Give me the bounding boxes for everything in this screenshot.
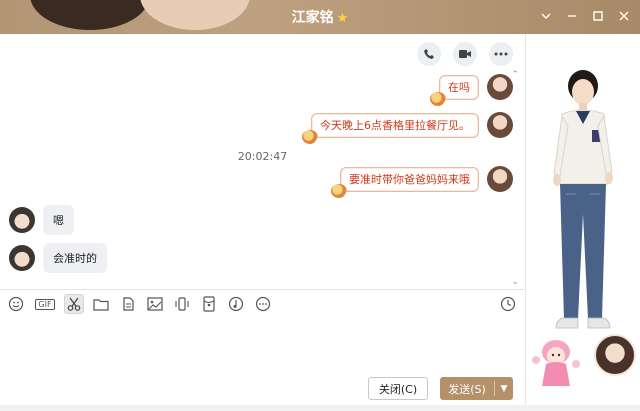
message-timestamp: 20:02:47 — [237, 150, 288, 163]
message-text: 会准时的 — [53, 252, 97, 265]
more-icon[interactable] — [489, 42, 513, 66]
scroll-down-icon[interactable]: ⌄ — [511, 277, 519, 287]
message-row-outgoing: 要准时带你爸爸妈妈来哦 — [331, 166, 513, 198]
video-call-icon[interactable] — [453, 42, 477, 66]
send-button[interactable]: 发送(S) ▼ — [440, 377, 513, 400]
message-row-incoming: 会准时的 — [9, 243, 107, 273]
chat-history-pane[interactable]: ⌃ 在吗 今天晚上6点香格里拉餐厅见。 20:02:47 要准时带你爸爸妈妈来哦… — [0, 34, 525, 289]
phone-icon[interactable] — [417, 42, 441, 66]
red-packet-icon[interactable] — [199, 294, 219, 314]
music-icon[interactable] — [226, 294, 246, 314]
boy-character-illustration — [553, 70, 613, 329]
chevron-down-icon[interactable] — [538, 8, 554, 24]
clock-icon[interactable] — [498, 294, 518, 314]
gif-label: GIF — [35, 298, 55, 310]
chat-header-actions — [417, 42, 513, 66]
send-button-label: 发送(S) — [448, 382, 486, 396]
message-text: 嗯 — [53, 214, 64, 227]
window-title: 江家铭 — [291, 10, 334, 26]
message-bubble-incoming: 会准时的 — [43, 243, 107, 273]
message-text: 在吗 — [448, 80, 470, 94]
avatar[interactable] — [9, 207, 35, 233]
avatar[interactable] — [594, 334, 636, 376]
message-input[interactable] — [0, 318, 525, 373]
title-bar: 江家铭 ★ — [0, 0, 640, 34]
gif-icon[interactable]: GIF — [33, 294, 57, 314]
message-bubble-outgoing: 在吗 — [430, 74, 479, 106]
window-bottom-edge — [0, 405, 640, 411]
close-icon[interactable] — [616, 8, 632, 24]
divider — [0, 289, 525, 290]
close-button[interactable]: 关闭(C) — [368, 377, 428, 400]
bubble-decoration-icon — [302, 129, 318, 144]
message-row-outgoing: 今天晚上6点香格里拉餐厅见。 — [302, 112, 513, 144]
avatar[interactable] — [487, 166, 513, 192]
minimize-icon[interactable] — [564, 8, 580, 24]
avatar[interactable] — [487, 112, 513, 138]
bubble-decoration-icon — [430, 91, 446, 106]
message-row-outgoing: 在吗 — [430, 74, 513, 106]
screenshot-scissors-icon[interactable] — [64, 294, 84, 314]
emoji-icon[interactable] — [6, 294, 26, 314]
shake-icon[interactable] — [172, 294, 192, 314]
image-icon[interactable] — [145, 294, 165, 314]
bubble-decoration-icon — [331, 183, 347, 198]
avatar[interactable] — [487, 74, 513, 100]
anime-character-illustration — [532, 340, 580, 386]
message-text: 要准时带你爸爸妈妈来哦 — [349, 172, 470, 186]
star-icon: ★ — [336, 11, 349, 26]
more-icon[interactable] — [253, 294, 273, 314]
message-bubble-outgoing: 今天晚上6点香格里拉餐厅见。 — [302, 112, 479, 144]
avatar[interactable] — [9, 245, 35, 271]
show-avatar-panel — [525, 34, 640, 405]
message-bubble-incoming: 嗯 — [43, 205, 74, 235]
message-row-incoming: 嗯 — [9, 205, 74, 235]
maximize-icon[interactable] — [590, 8, 606, 24]
window-controls — [538, 8, 632, 24]
input-toolbar: GIF — [6, 294, 273, 314]
file-doc-icon[interactable] — [118, 294, 138, 314]
folder-icon[interactable] — [91, 294, 111, 314]
message-text: 今天晚上6点香格里拉餐厅见。 — [320, 118, 470, 132]
chevron-down-icon[interactable]: ▼ — [495, 384, 513, 394]
message-bubble-outgoing: 要准时带你爸爸妈妈来哦 — [331, 166, 479, 198]
